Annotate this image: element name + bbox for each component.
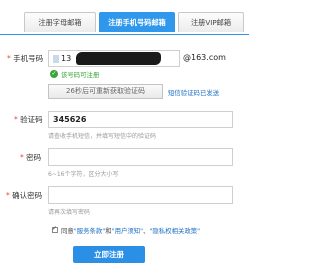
password-input[interactable] xyxy=(48,148,233,166)
tab-letter-mailbox[interactable]: 注册字母邮箱 xyxy=(24,12,96,32)
phone-label: * 手机号码 xyxy=(7,54,44,63)
sms-code-hint: 请查收手机短信，并填写短信中的验证码 xyxy=(48,133,157,140)
agreement-text: 同意"服务条款"和"用户须知"、"隐私权相关政策" xyxy=(61,227,201,235)
register-now-button[interactable]: 立即注册 xyxy=(73,246,145,263)
get-code-button[interactable]: 26秒后可重新获取验证码 xyxy=(48,84,163,99)
sms-sent-notice: 短信验证码已发送 xyxy=(168,89,220,97)
phone-input[interactable]: 13 xyxy=(48,50,180,67)
confirm-password-input[interactable] xyxy=(48,186,233,204)
phone-domain-suffix: @163.com xyxy=(183,53,226,62)
password-hint: 6~16个字符，区分大小写 xyxy=(48,171,119,178)
confirm-password-hint: 请再次填写密码 xyxy=(48,209,91,216)
phone-available-check-icon: ✓ xyxy=(50,70,58,78)
sms-code-label: * 验证码 xyxy=(14,115,43,124)
tab-divider xyxy=(0,34,249,35)
redacted-digits xyxy=(76,52,161,65)
tab-vip-mailbox[interactable]: 注册VIP邮箱 xyxy=(178,12,244,32)
sms-code-input[interactable]: 345626 xyxy=(48,111,233,128)
tab-phone-mailbox[interactable]: 注册手机号码邮箱 xyxy=(99,12,175,32)
privacy-policy-link[interactable]: "隐私权相关政策" xyxy=(149,227,200,235)
agree-checkbox[interactable]: ✓ xyxy=(52,225,58,233)
required-marker: * xyxy=(7,54,11,63)
phone-field-icon xyxy=(53,54,59,63)
password-label: * 密码 xyxy=(20,153,42,162)
checkmark-icon: ✓ xyxy=(52,225,58,232)
confirm-password-label: * 确认密码 xyxy=(6,191,43,200)
terms-link[interactable]: "服务条款" xyxy=(74,227,105,235)
phone-available-text: 该号码可注册 xyxy=(61,71,100,79)
user-notice-link[interactable]: "用户须知" xyxy=(112,227,143,235)
